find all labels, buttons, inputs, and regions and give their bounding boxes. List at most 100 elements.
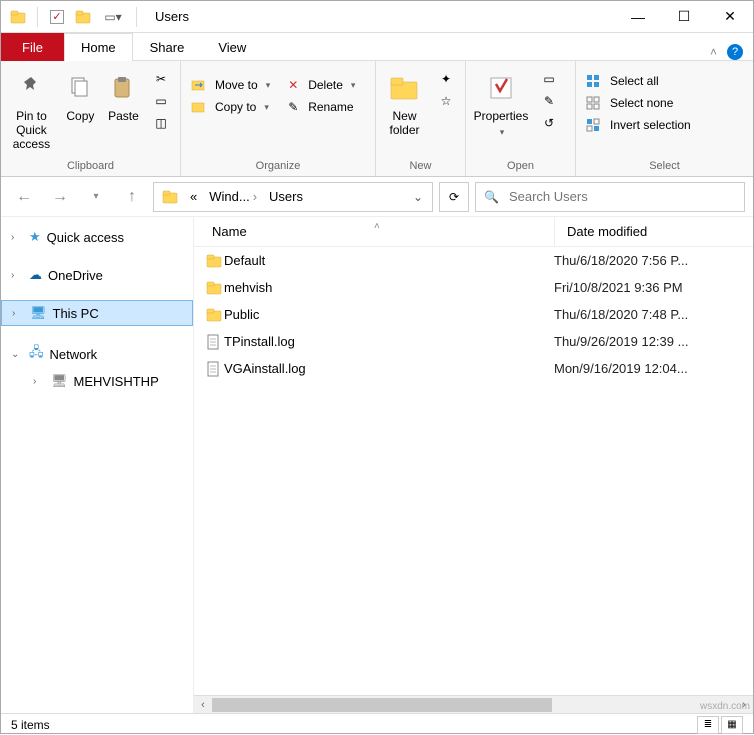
file-icon xyxy=(194,334,216,350)
qat-new-folder-icon[interactable] xyxy=(72,6,94,28)
breadcrumb-overflow[interactable]: « xyxy=(184,189,203,204)
window-title: Users xyxy=(147,9,615,24)
new-folder-button[interactable]: New folder xyxy=(382,65,427,137)
horizontal-scrollbar[interactable]: ‹ › xyxy=(194,695,753,713)
file-name: mehvish xyxy=(216,280,542,295)
quick-access-toolbar: ✓ ▭▾ xyxy=(1,6,147,28)
easy-access-button[interactable]: ☆ xyxy=(433,91,459,111)
column-header-date[interactable]: Date modified xyxy=(554,217,647,246)
properties-icon xyxy=(487,71,515,105)
move-to-button[interactable]: Move to▾ xyxy=(187,75,274,95)
copy-path-button[interactable]: ▭ xyxy=(148,91,174,111)
sidebar-item-network[interactable]: ⌄ 🖧 Network xyxy=(1,339,193,369)
up-button[interactable]: ↑ xyxy=(117,182,147,212)
help-icon[interactable]: ? xyxy=(727,44,743,60)
chevron-right-icon[interactable]: › xyxy=(11,270,23,281)
quick-access-icon: ★ xyxy=(29,229,41,245)
list-item[interactable]: VGAinstall.logMon/9/16/2019 12:04... xyxy=(194,355,753,382)
forward-button[interactable]: → xyxy=(45,182,75,212)
chevron-right-icon[interactable]: › xyxy=(12,308,24,319)
explorer-body: › ★ Quick access › ☁ OneDrive › 🖥 This P… xyxy=(1,217,753,713)
select-none-button[interactable]: Select none xyxy=(582,93,695,113)
pin-icon xyxy=(17,71,45,105)
group-label-clipboard: Clipboard xyxy=(7,158,174,176)
properties-button[interactable]: Properties ▾ xyxy=(472,65,530,138)
sidebar-item-quick-access[interactable]: › ★ Quick access xyxy=(1,225,193,249)
sidebar-item-this-pc[interactable]: › 🖥 This PC xyxy=(1,300,193,326)
tab-file[interactable]: File xyxy=(1,33,64,61)
search-icon: 🔍 xyxy=(484,190,499,204)
maximize-button[interactable]: ☐ xyxy=(661,1,707,33)
minimize-ribbon-icon[interactable]: ˄ xyxy=(710,45,717,59)
list-item[interactable]: PublicThu/6/18/2020 7:48 P... xyxy=(194,301,753,328)
paste-label: Paste xyxy=(108,109,139,123)
chevron-down-icon[interactable]: ⌄ xyxy=(11,349,23,360)
delete-button[interactable]: ✕ Delete▾ xyxy=(280,75,359,95)
address-bar[interactable]: « Wind... › Users ⌄ xyxy=(153,182,433,212)
list-item[interactable]: TPinstall.logThu/9/26/2019 12:39 ... xyxy=(194,328,753,355)
properties-label: Properties xyxy=(474,109,529,123)
tab-share[interactable]: Share xyxy=(133,33,202,61)
select-none-icon xyxy=(586,96,604,110)
scroll-left-icon[interactable]: ‹ xyxy=(194,699,212,711)
delete-icon: ✕ xyxy=(284,78,302,92)
paste-shortcut-button[interactable]: ◫ xyxy=(148,113,174,133)
paste-button[interactable]: Paste xyxy=(105,65,142,123)
search-input[interactable] xyxy=(507,188,736,205)
paste-icon xyxy=(110,71,136,105)
invert-selection-icon xyxy=(586,118,604,132)
edit-button[interactable]: ✎ xyxy=(536,91,562,111)
back-button[interactable]: ← xyxy=(9,182,39,212)
pin-label: Pin to Quick access xyxy=(7,109,56,151)
minimize-button[interactable]: — xyxy=(615,1,661,33)
copy-to-button[interactable]: Copy to▾ xyxy=(187,97,274,117)
recent-locations-button[interactable]: ▾ xyxy=(81,182,111,212)
file-name: VGAinstall.log xyxy=(216,361,542,376)
breadcrumb-segment-1[interactable]: Wind... › xyxy=(203,189,263,204)
new-folder-label: New folder xyxy=(382,109,427,137)
folder-icon xyxy=(194,308,216,322)
list-item[interactable]: mehvishFri/10/8/2021 9:36 PM xyxy=(194,274,753,301)
open-button[interactable]: ▭ xyxy=(536,69,562,89)
file-name: Public xyxy=(216,307,542,322)
file-list: DefaultThu/6/18/2020 7:56 P...mehvishFri… xyxy=(194,247,753,695)
navigation-bar: ← → ▾ ↑ « Wind... › Users ⌄ ⟳ 🔍 xyxy=(1,177,753,217)
refresh-button[interactable]: ⟳ xyxy=(439,182,469,212)
sidebar-item-onedrive[interactable]: › ☁ OneDrive xyxy=(1,263,193,287)
scroll-thumb[interactable] xyxy=(212,698,552,712)
pin-to-quick-access-button[interactable]: Pin to Quick access xyxy=(7,65,56,151)
thumbnails-view-button[interactable]: ▦ xyxy=(721,716,743,734)
folder-icon xyxy=(194,281,216,295)
file-name: TPinstall.log xyxy=(216,334,542,349)
new-item-button[interactable]: ✦ xyxy=(433,69,459,89)
qat-customize-icon[interactable]: ▭▾ xyxy=(98,6,128,28)
rename-button[interactable]: ✎ Rename xyxy=(280,97,359,117)
chevron-right-icon[interactable]: › xyxy=(33,376,45,387)
scroll-track[interactable] xyxy=(212,696,735,713)
close-button[interactable]: ✕ xyxy=(707,1,753,33)
tab-view[interactable]: View xyxy=(201,33,263,61)
history-button[interactable]: ↺ xyxy=(536,113,562,133)
folder-icon xyxy=(194,254,216,268)
copy-button[interactable]: Copy xyxy=(62,65,99,123)
tab-home[interactable]: Home xyxy=(64,33,133,61)
select-all-button[interactable]: Select all xyxy=(582,71,695,91)
status-bar: 5 items ≣ ▦ xyxy=(1,713,753,735)
sidebar-item-network-child[interactable]: › 🖥 MEHVISHTHP xyxy=(1,369,193,393)
titlebar: ✓ ▭▾ Users — ☐ ✕ xyxy=(1,1,753,33)
path-icon: ▭ xyxy=(152,94,170,108)
qat-properties-icon[interactable]: ✓ xyxy=(46,6,68,28)
details-view-button[interactable]: ≣ xyxy=(697,716,719,734)
open-icon: ▭ xyxy=(540,72,558,86)
breadcrumb-segment-2[interactable]: Users xyxy=(263,189,309,204)
file-pane: ˄ Name Date modified DefaultThu/6/18/202… xyxy=(194,217,753,713)
invert-selection-button[interactable]: Invert selection xyxy=(582,115,695,135)
search-box[interactable]: 🔍 xyxy=(475,182,745,212)
column-header-name[interactable]: ˄ Name xyxy=(194,224,554,239)
easy-access-icon: ☆ xyxy=(437,94,455,108)
cut-button[interactable]: ✂ xyxy=(148,69,174,89)
chevron-right-icon[interactable]: › xyxy=(11,232,23,243)
address-dropdown-icon[interactable]: ⌄ xyxy=(406,190,430,204)
edit-icon: ✎ xyxy=(540,94,558,108)
list-item[interactable]: DefaultThu/6/18/2020 7:56 P... xyxy=(194,247,753,274)
